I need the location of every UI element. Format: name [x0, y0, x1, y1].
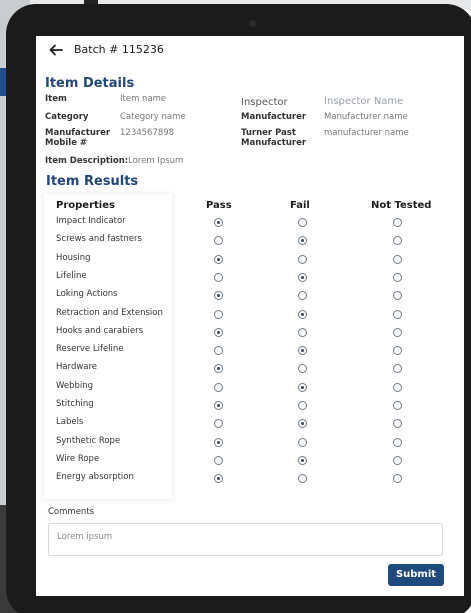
manufacturer-value: Manufacturer name: [324, 112, 408, 122]
property-label: Loking Actions: [56, 289, 118, 300]
radio-not-tested[interactable]: [393, 455, 402, 465]
item-results-heading: Item Results: [46, 174, 139, 189]
radio-fail[interactable]: [298, 309, 307, 319]
description-value: Lorem Ipsum: [128, 156, 184, 166]
radio-not-tested[interactable]: [393, 382, 402, 392]
radio-pass[interactable]: [214, 218, 223, 227]
property-label: Hardware: [56, 362, 98, 373]
property-label: Hooks and carabiers: [56, 325, 144, 336]
property-label: Screws and fastners: [56, 234, 142, 245]
radio-pass[interactable]: [214, 327, 223, 337]
property-label: Webbing: [56, 380, 94, 391]
radio-not-tested[interactable]: [393, 218, 402, 227]
radio-pass[interactable]: [214, 254, 223, 264]
turner-label-line2: Manufacturer: [241, 138, 307, 148]
radio-fail[interactable]: [298, 474, 307, 484]
submit-button[interactable]: Submit: [388, 564, 444, 586]
radio-fail[interactable]: [298, 327, 307, 337]
property-label: Synthetic Rope: [56, 435, 121, 446]
property-label: Lifeline: [56, 270, 87, 281]
radio-fail[interactable]: [298, 272, 307, 282]
radio-not-tested[interactable]: [393, 254, 402, 264]
radio-not-tested[interactable]: [393, 474, 402, 484]
radio-fail[interactable]: [298, 346, 307, 356]
tablet-device: Batch # 115236 Item Details Item Item na…: [6, 4, 471, 613]
radio-pass[interactable]: [214, 346, 223, 356]
radio-not-tested[interactable]: [393, 291, 402, 301]
property-label: Energy absorption: [56, 472, 134, 483]
category-value: Category name: [120, 112, 186, 122]
radio-not-tested[interactable]: [393, 309, 402, 319]
radio-pass[interactable]: [214, 364, 223, 374]
manufacturer-label: Manufacturer: [241, 112, 307, 122]
app-screen: Batch # 115236 Item Details Item Item na…: [36, 36, 464, 596]
property-label: Stitching: [56, 399, 94, 409]
column-header-not-tested: Not Tested: [371, 200, 432, 211]
back-arrow-icon[interactable]: [48, 42, 64, 58]
category-label: Category: [45, 112, 89, 122]
radio-pass[interactable]: [214, 437, 223, 447]
radio-fail[interactable]: [298, 364, 307, 374]
column-header-pass: Pass: [206, 200, 232, 211]
comments-value: Lorem ipsum: [57, 532, 113, 542]
property-label: Reserve Lifeline: [56, 344, 124, 355]
inspector-label: Inspector: [241, 97, 288, 108]
mobile-value: 1234567898: [120, 128, 175, 138]
property-label: Retraction and Extension: [56, 307, 163, 318]
radio-not-tested[interactable]: [393, 346, 402, 356]
radio-not-tested[interactable]: [393, 272, 402, 282]
page-title: Batch # 115236: [74, 43, 164, 56]
radio-fail[interactable]: [298, 291, 307, 301]
camera-icon: [249, 20, 256, 27]
radio-fail[interactable]: [298, 236, 307, 246]
radio-pass[interactable]: [214, 419, 223, 429]
radio-fail[interactable]: [298, 382, 307, 392]
radio-pass[interactable]: [214, 401, 223, 410]
radio-not-tested[interactable]: [393, 419, 402, 429]
app-header: Batch # 115236: [36, 36, 464, 68]
radio-pass[interactable]: [214, 474, 223, 484]
property-label: Labels: [56, 417, 84, 428]
radio-fail[interactable]: [298, 455, 307, 465]
property-label: Housing: [56, 252, 91, 263]
description-label: Item Description:: [45, 156, 129, 166]
item-label: Item: [45, 94, 67, 104]
radio-not-tested[interactable]: [393, 401, 402, 410]
radio-not-tested[interactable]: [393, 236, 402, 246]
radio-pass[interactable]: [214, 382, 223, 392]
mobile-label-line2: Mobile #: [45, 138, 88, 148]
radio-pass[interactable]: [214, 272, 223, 282]
radio-fail[interactable]: [298, 401, 307, 410]
radio-pass[interactable]: [214, 236, 223, 246]
item-details-heading: Item Details: [45, 76, 135, 91]
radio-not-tested[interactable]: [393, 364, 402, 374]
radio-pass[interactable]: [214, 309, 223, 319]
radio-not-tested[interactable]: [393, 327, 402, 337]
radio-not-tested[interactable]: [393, 437, 402, 447]
turner-value: manufacturer name: [324, 128, 409, 138]
property-label: Impact Indicator: [56, 216, 126, 226]
radio-pass[interactable]: [214, 291, 223, 301]
property-label: Wire Rope: [56, 453, 100, 464]
radio-fail[interactable]: [298, 254, 307, 264]
radio-fail[interactable]: [298, 218, 307, 227]
radio-pass[interactable]: [214, 455, 223, 465]
item-value: Item name: [120, 94, 167, 104]
inspector-value: Inspector Name: [324, 96, 404, 107]
column-header-properties: Properties: [56, 200, 115, 211]
radio-fail[interactable]: [298, 419, 307, 429]
radio-fail[interactable]: [298, 437, 307, 447]
comments-label: Comments: [48, 507, 95, 517]
comments-textarea[interactable]: Lorem ipsum: [48, 523, 443, 556]
column-header-fail: Fail: [290, 200, 310, 211]
